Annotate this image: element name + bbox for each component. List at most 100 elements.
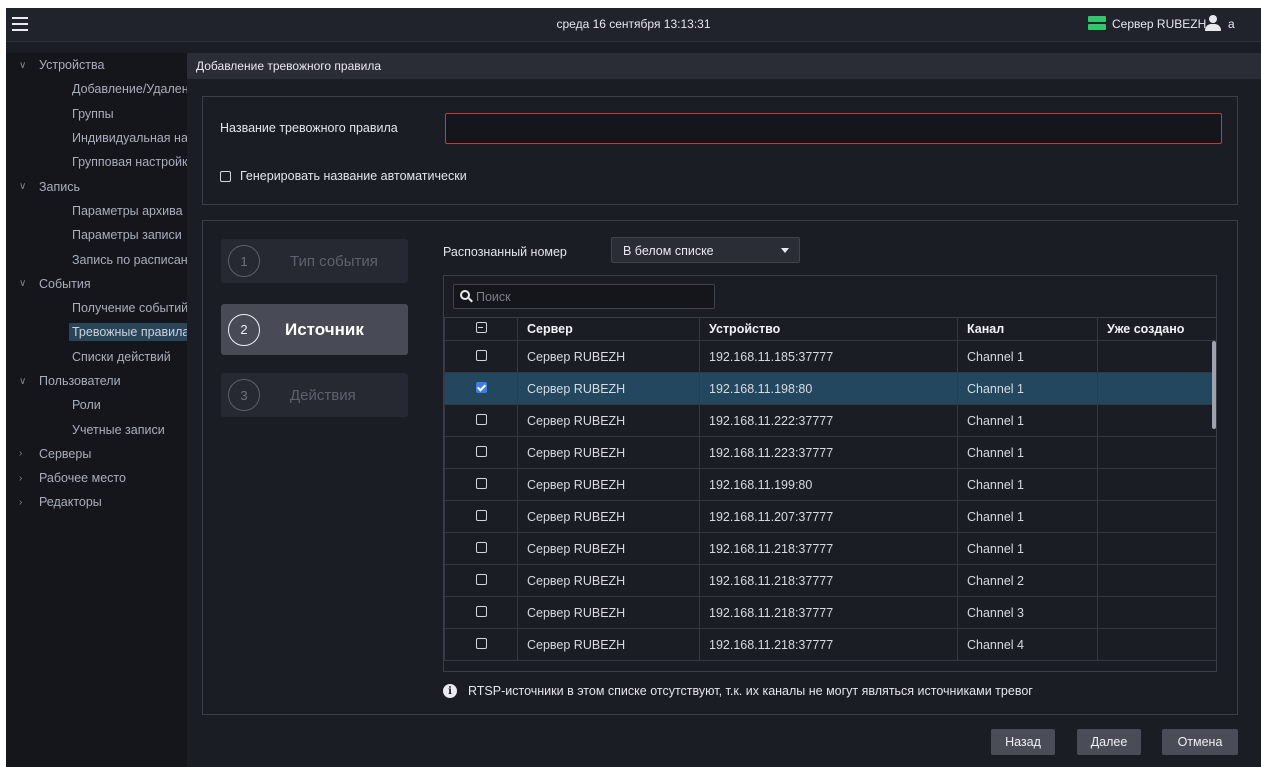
step-event-type[interactable]: 1 Тип события [221,239,408,283]
table-row[interactable]: Сервер RUBEZH 192.168.11.218:37777 Channel… [444,628,1216,661]
row-checkbox[interactable] [475,605,487,617]
column-header-channel[interactable]: Канал [957,317,1098,341]
cell-created [1097,564,1216,597]
cell-server: Сервер RUBEZH [517,532,700,565]
search-input[interactable] [476,285,712,308]
cell-device: 192.168.11.218:37777 [699,628,958,661]
rule-name-input[interactable] [445,113,1222,144]
auto-name-checkbox[interactable] [220,170,231,182]
row-checkbox[interactable] [475,637,487,649]
column-header-created[interactable]: Уже создано [1097,317,1216,341]
sidebar-item-label: Тревожные правила [69,323,187,342]
row-checkbox[interactable] [475,349,487,361]
cell-channel: Channel 1 [957,372,1098,405]
row-checkbox[interactable] [475,541,487,553]
plate-filter-label: Распознанный номер [443,245,567,259]
row-checkbox[interactable] [475,381,487,393]
row-select-cell[interactable] [444,596,518,629]
rule-name-panel: Название тревожного правила Генерировать… [202,96,1238,205]
sidebar-group[interactable]: ∨ События [6,272,187,296]
sidebar-item[interactable]: Добавление/Удаление [6,77,187,101]
row-checkbox[interactable] [475,445,487,457]
table-row[interactable]: Сервер RUBEZH 192.168.11.185:37777 Channel… [444,340,1216,373]
table-row[interactable]: Сервер RUBEZH 192.168.11.198:80 Channel 1 [444,372,1216,405]
table-row[interactable]: Сервер RUBEZH 192.168.11.222:37777 Channel… [444,404,1216,437]
cell-server: Сервер RUBEZH [517,340,700,373]
table-row[interactable]: Сервер RUBEZH 192.168.11.218:37777 Channel… [444,596,1216,629]
cell-created [1097,404,1216,437]
row-checkbox[interactable] [475,477,487,489]
wizard-panel: 1 Тип события 2 Источник 3 Действия Расп… [202,220,1238,715]
cell-channel: Channel 1 [957,500,1098,533]
auto-name-checkbox-row[interactable]: Генерировать название автоматически [220,169,467,183]
sidebar-item[interactable]: Списки действий [6,345,187,369]
sidebar-group[interactable]: ∨ Устройства [6,53,187,77]
sidebar-item[interactable]: Параметры архива [6,199,187,223]
user-name[interactable]: a [1228,17,1235,31]
table-row[interactable]: Сервер RUBEZH 192.168.11.207:37777 Channel… [444,500,1216,533]
row-select-cell[interactable] [444,628,518,661]
page-title: Добавление тревожного правила [196,59,381,73]
sidebar-item-label: Редакторы [39,495,102,510]
row-select-cell[interactable] [444,436,518,469]
table-row[interactable]: Сервер RUBEZH 192.168.11.199:80 Channel 1 [444,468,1216,501]
sidebar-group[interactable]: ∨ Запись [6,174,187,198]
plate-filter-value: В белом списке [623,244,714,258]
row-select-cell[interactable] [444,532,518,565]
cancel-button[interactable]: Отмена [1162,729,1238,755]
cell-device: 192.168.11.207:37777 [699,500,958,533]
column-header-server[interactable]: Сервер [517,317,700,341]
sidebar-group[interactable]: › Рабочее место [6,466,187,490]
row-checkbox[interactable] [475,573,487,585]
sidebar-item[interactable]: Учетные записи [6,417,187,441]
sidebar-item[interactable]: Индивидуальная настройка [6,126,187,150]
table-scrollbar[interactable] [1212,341,1216,429]
sidebar-item-label: Параметры архива [72,203,183,218]
sidebar-item-label: Параметры записи [72,228,182,243]
sidebar-item[interactable]: Групповая настройка [6,150,187,174]
row-select-cell[interactable] [444,372,518,405]
sidebar-item[interactable]: Получение событий [6,296,187,320]
sidebar-item[interactable]: Группы [6,102,187,126]
plate-filter-select[interactable]: В белом списке [611,237,800,263]
info-note: i RTSP-источники в этом списке отсутству… [443,684,1033,698]
row-select-cell[interactable] [444,340,518,373]
sidebar-item[interactable]: Роли [6,393,187,417]
source-table-box: Сервер Устройство Канал Уже создано Серв… [443,275,1217,672]
sidebar-group[interactable]: ∨ Пользователи [6,369,187,393]
chevron-down-icon: ∨ [19,181,27,193]
sidebar-group[interactable]: › Редакторы [6,490,187,514]
select-all-cell[interactable] [444,317,518,341]
table-row[interactable]: Сервер RUBEZH 192.168.11.223:37777 Channel… [444,436,1216,469]
cell-channel: Channel 1 [957,436,1098,469]
chevron-down-icon: ∨ [19,375,27,387]
row-select-cell[interactable] [444,468,518,501]
table-row[interactable]: Сервер RUBEZH 192.168.11.218:37777 Channel… [444,564,1216,597]
select-all-checkbox[interactable] [475,322,487,333]
step-source[interactable]: 2 Источник [221,304,408,355]
cell-server: Сервер RUBEZH [517,372,700,405]
user-icon[interactable] [1205,15,1221,33]
sidebar-item[interactable]: Запись по расписанию [6,247,187,271]
cell-created [1097,372,1216,405]
row-select-cell[interactable] [444,404,518,437]
sidebar-item[interactable]: Тревожные правила [6,320,187,344]
step-number: 3 [228,379,260,411]
cell-created [1097,596,1216,629]
sidebar-group[interactable]: › Серверы [6,442,187,466]
back-button[interactable]: Назад [991,729,1055,755]
column-header-device[interactable]: Устройство [699,317,958,341]
table-row[interactable]: Сервер RUBEZH 192.168.11.218:37777 Channel… [444,532,1216,565]
row-select-cell[interactable] [444,564,518,597]
cell-created [1097,532,1216,565]
step-actions[interactable]: 3 Действия [221,373,408,417]
sidebar-item[interactable]: Параметры записи [6,223,187,247]
row-select-cell[interactable] [444,500,518,533]
server-name[interactable]: Сервер RUBEZH [1112,17,1206,31]
chevron-right-icon: › [19,472,23,484]
next-button[interactable]: Далее [1077,729,1141,755]
search-box[interactable] [453,284,715,309]
row-checkbox[interactable] [475,413,487,425]
sidebar-item-label: Запись [39,179,81,194]
row-checkbox[interactable] [475,509,487,521]
